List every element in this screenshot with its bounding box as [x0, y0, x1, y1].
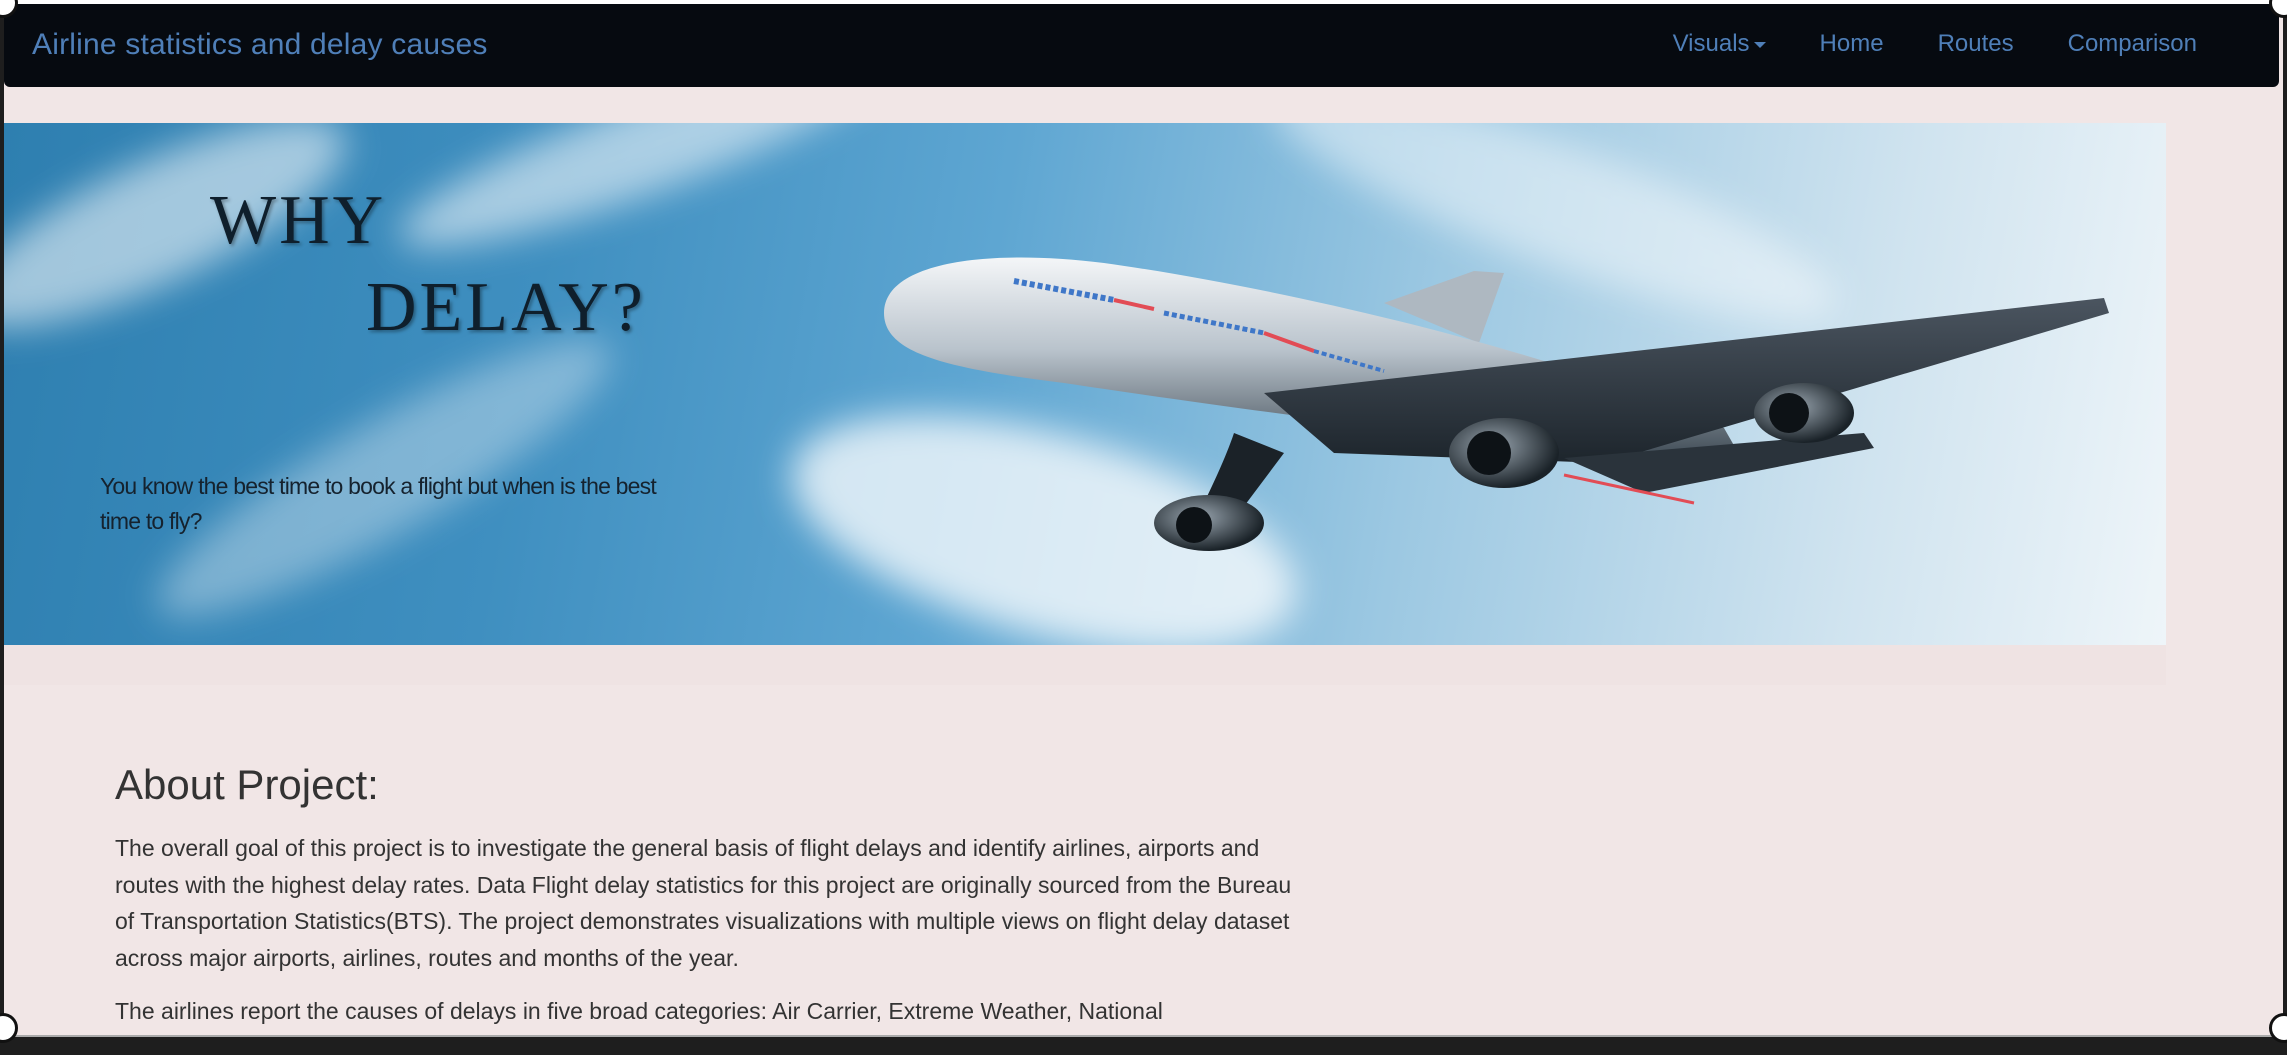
about-project-heading: About Project:	[115, 761, 379, 808]
hero-tagline: You know the best time to book a flight …	[100, 473, 657, 534]
navbar: Airline statistics and delay causes Visu…	[4, 4, 2279, 87]
browser-frame: Airline statistics and delay causes Visu…	[0, 0, 2287, 1055]
hero-heading-why: WHY	[210, 182, 387, 259]
hero-heading-delay: DELAY?	[366, 269, 646, 346]
brand-link[interactable]: Airline statistics and delay causes	[32, 28, 488, 62]
hero-bottom-band	[4, 645, 2166, 685]
about-paragraph-2: The airlines report the causes of delays…	[115, 998, 1163, 1024]
about-paragraph-1: The overall goal of this project is to i…	[115, 835, 1292, 971]
airplane-illustration	[884, 257, 2109, 551]
nav-home[interactable]: Home	[1820, 30, 1884, 58]
nav-links: Visuals Home Routes Comparison	[1673, 30, 2197, 58]
caret-down-icon	[1753, 41, 1766, 48]
nav-visuals-dropdown[interactable]: Visuals	[1673, 30, 1766, 58]
nav-visuals-label: Visuals	[1672, 30, 1750, 57]
nav-comparison[interactable]: Comparison	[2068, 30, 2197, 58]
cloud-shape	[384, 123, 904, 280]
hero-banner-image: WHY DELAY? You know the best time to boo…	[4, 123, 2166, 645]
window-bottom-edge	[0, 1035, 2287, 1055]
nav-routes[interactable]: Routes	[1938, 30, 2014, 58]
